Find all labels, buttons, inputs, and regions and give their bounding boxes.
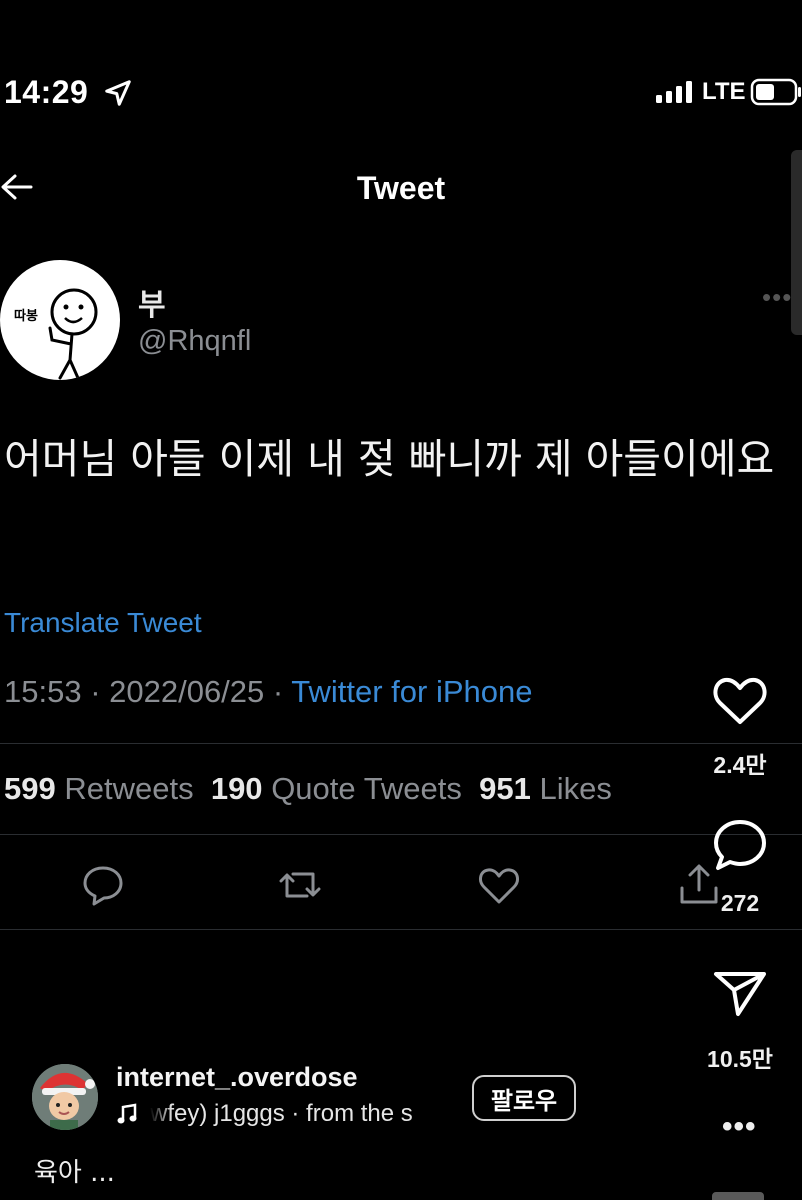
translate-tweet-link[interactable]: Translate Tweet bbox=[4, 607, 202, 639]
user-avatar[interactable] bbox=[32, 1064, 98, 1130]
comment-count: 272 bbox=[720, 890, 760, 916]
next-post-thumbnail[interactable] bbox=[712, 1192, 764, 1200]
divider bbox=[0, 743, 802, 744]
location-arrow-icon bbox=[105, 80, 131, 106]
tweet-source-link[interactable]: Twitter for iPhone bbox=[291, 674, 532, 709]
quotes-stat[interactable]: 190 Quote Tweets bbox=[211, 771, 462, 806]
status-time: 14:29 bbox=[4, 74, 89, 110]
more-options-icon[interactable]: ••• bbox=[762, 282, 792, 313]
post-caption[interactable]: 육아 ... bbox=[34, 1152, 115, 1189]
page-title: Tweet bbox=[356, 170, 446, 206]
likes-stat[interactable]: 951 Likes bbox=[479, 771, 612, 806]
overlay-heart-icon[interactable] bbox=[712, 676, 768, 726]
tweet-meta: 15:53 · 2022/06/25 · Twitter for iPhone bbox=[4, 674, 532, 710]
overlay-username[interactable]: internet_.overdose bbox=[116, 1062, 358, 1093]
network-type: LTE bbox=[702, 78, 746, 105]
author-handle[interactable]: @Rhqnfl bbox=[138, 325, 251, 358]
signal-bars-icon bbox=[656, 81, 692, 103]
divider bbox=[0, 929, 802, 930]
tweet-timestamp: 15:53 · 2022/06/25 · bbox=[4, 674, 292, 709]
author-display-name[interactable]: 부 bbox=[138, 280, 166, 324]
retweet-icon[interactable] bbox=[277, 862, 323, 908]
avatar-badge-text: 따봉 bbox=[14, 309, 38, 324]
music-note-icon bbox=[117, 1103, 137, 1124]
send-icon[interactable] bbox=[712, 968, 768, 1018]
stick-figure-icon: 따봉 bbox=[14, 288, 98, 380]
reply-icon[interactable] bbox=[80, 862, 126, 908]
author-avatar[interactable]: 따봉 bbox=[0, 260, 120, 380]
divider bbox=[0, 834, 802, 835]
scroll-handle[interactable] bbox=[791, 150, 802, 335]
more-options-icon[interactable]: ••• bbox=[722, 1110, 757, 1144]
tweet-stats: 599 Retweets 190 Quote Tweets 951 Likes bbox=[4, 771, 612, 807]
like-count: 2.4만 bbox=[713, 752, 767, 778]
santa-avatar-icon bbox=[32, 1064, 98, 1130]
retweets-stat[interactable]: 599 Retweets bbox=[4, 771, 194, 806]
comment-bubble-icon[interactable] bbox=[712, 818, 768, 872]
tweet-text: 어머님 아들 이제 내 젖 빠니까 제 아들이에요 bbox=[4, 435, 775, 483]
follow-button[interactable]: 팔로우 bbox=[472, 1075, 576, 1121]
battery-icon bbox=[750, 78, 801, 106]
heart-icon[interactable] bbox=[476, 862, 522, 908]
music-track-text[interactable]: wfey) j1gggs · from the s bbox=[150, 1100, 440, 1128]
share-count: 10.5만 bbox=[707, 1046, 773, 1072]
